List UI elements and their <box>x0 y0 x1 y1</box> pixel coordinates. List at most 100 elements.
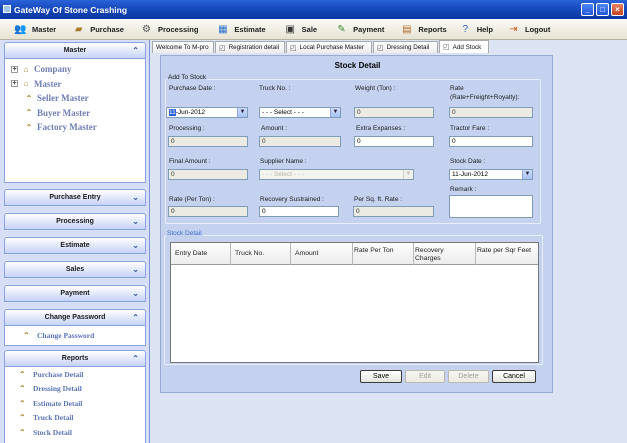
expand-icon[interactable]: + <box>11 80 18 88</box>
remark-textarea[interactable] <box>449 195 533 218</box>
chevron-down-icon[interactable]: ▼ <box>237 108 247 117</box>
edit-button[interactable]: Edit <box>405 370 445 383</box>
minimize-button[interactable]: _ <box>581 3 594 16</box>
expand-icon[interactable]: + <box>11 65 18 73</box>
final-amount-field[interactable]: 0 <box>168 169 248 180</box>
stock-grid[interactable]: Entry Date Truck No. Amount Rate Per Ton… <box>170 242 539 363</box>
tree-item-factory-master[interactable]: ⌃ Factory Master <box>5 120 145 135</box>
tree-item-seller-master[interactable]: ⌃ Seller Master <box>5 91 145 106</box>
menu-help[interactable]: ? Help <box>458 20 493 39</box>
form-title: Stock Detail <box>334 61 381 70</box>
link-change-password[interactable]: ⌃ Change Password <box>5 328 145 343</box>
chevron-down-icon[interactable]: ⌄ <box>132 265 139 274</box>
processing-field[interactable]: 0 <box>168 136 248 147</box>
change-password-list: ⌃ Change Password <box>4 326 146 346</box>
grid-col-entry-date[interactable]: Entry Date <box>171 243 231 265</box>
recovery-input[interactable]: 0 <box>259 206 339 217</box>
chevron-down-icon[interactable]: ⌄ <box>132 289 139 298</box>
purchase-date-picker[interactable]: 11-Jun-2012 ▼ <box>166 107 248 118</box>
document-icon: ◰ <box>377 44 384 52</box>
chevron-up-icon[interactable]: ⌃ <box>132 354 139 363</box>
grid-col-rate-per-ton[interactable]: Rate Per Ton <box>353 243 414 265</box>
menu-label: Purchase <box>90 24 124 34</box>
link-icon: ⌃ <box>19 427 26 437</box>
window-controls: _ □ × <box>581 3 624 16</box>
chevron-down-icon[interactable]: ▼ <box>330 108 340 117</box>
menu-logout[interactable]: ⇥ Logout <box>506 20 550 39</box>
tree-item-company[interactable]: + ⌂ Company <box>5 62 145 77</box>
delete-button[interactable]: Delete <box>448 370 489 383</box>
chevron-down-icon[interactable]: ⌄ <box>132 193 139 202</box>
logout-icon: ⇥ <box>509 23 518 35</box>
title-bar: GateWay Of Stone Crashing _ □ × <box>0 0 627 19</box>
chevron-up-icon[interactable]: ⌃ <box>132 46 139 55</box>
chevron-down-icon[interactable]: ▼ <box>522 170 532 179</box>
tab-registration-detail[interactable]: ◰ Registration detail <box>215 41 285 53</box>
grid-col-truck-no[interactable]: Truck No. <box>231 243 291 265</box>
tab-label: Add Stock <box>452 43 482 51</box>
chevron-down-icon[interactable]: ⌄ <box>132 241 139 250</box>
menu-estimate[interactable]: ▦ Estimate <box>215 20 266 39</box>
panel-header-processing[interactable]: Processing ⌄ <box>4 213 146 230</box>
panel-title: Reports <box>61 355 89 362</box>
tab-label: Registration detail <box>228 44 280 51</box>
menu-payment[interactable]: ✎ Payment <box>334 20 384 39</box>
grid-col-recovery-charges[interactable]: Recovery Charges <box>414 243 476 265</box>
chevron-down-icon: ▼ <box>403 170 413 179</box>
per-sqft-label: Per Sq. ft. Rate : <box>354 196 403 203</box>
report-icon: ▤ <box>402 23 412 35</box>
stock-date-value: 11-Jun-2012 <box>452 171 489 178</box>
tree-item-master[interactable]: + ⌂ Master <box>5 77 145 92</box>
menu-reports[interactable]: ▤ Reports <box>399 20 447 39</box>
calculator-icon: ▦ <box>218 23 228 35</box>
chevron-down-icon[interactable]: ⌄ <box>132 217 139 226</box>
extra-expenses-input[interactable]: 0 <box>354 136 434 147</box>
tree-item-buyer-master[interactable]: ⌃ Buyer Master <box>5 106 145 121</box>
grid-col-rate-per-sqft[interactable]: Rate per Sqr Feet <box>476 243 538 265</box>
maximize-button[interactable]: □ <box>596 3 609 16</box>
link-dressing-detail[interactable]: ⌃ Dressing Detail <box>5 382 145 397</box>
supplier-name-select: - - - Select - - - ▼ <box>259 169 414 180</box>
cancel-button[interactable]: Cancel <box>492 370 536 383</box>
panel-title: Estimate <box>60 242 90 249</box>
folder-icon: ⌂ <box>23 64 29 74</box>
menu-sale[interactable]: ▣ Sale <box>283 20 317 39</box>
rate-per-ton-field[interactable]: 0 <box>168 206 248 217</box>
link-truck-detail[interactable]: ⌃ Truck Detail <box>5 411 145 426</box>
link-icon: ⌃ <box>23 330 30 340</box>
panel-header-purchase-entry[interactable]: Purchase Entry ⌄ <box>4 189 146 206</box>
panel-header-payment[interactable]: Payment ⌄ <box>4 285 146 302</box>
panel-header-sales[interactable]: Sales ⌄ <box>4 261 146 278</box>
gear-icon: ⚙ <box>141 23 151 35</box>
link-purchase-detail[interactable]: ⌃ Purchase Detail <box>5 367 145 382</box>
weight-label: Weight (Ton) : <box>355 85 396 92</box>
stock-date-picker[interactable]: 11-Jun-2012 ▼ <box>449 169 533 180</box>
amount-field[interactable]: 0 <box>259 136 341 147</box>
menu-processing[interactable]: ⚙ Processing <box>139 20 198 39</box>
purchase-date-label: Purchase Date : <box>169 85 216 92</box>
link-label: Estimate Detail <box>33 398 83 408</box>
tab-welcome[interactable]: Welcome To M-pro <box>152 41 214 53</box>
panel-header-master[interactable]: Master ⌃ <box>4 42 146 59</box>
save-button[interactable]: Save <box>360 370 402 383</box>
tab-add-stock[interactable]: ◰ Add Stock <box>439 40 489 53</box>
link-estimate-detail[interactable]: ⌃ Estimate Detail <box>5 396 145 411</box>
recovery-label: Recovery Sustrained : <box>260 196 324 203</box>
chevron-up-icon[interactable]: ⌃ <box>132 313 139 322</box>
truck-no-select[interactable]: - - - Select - - - ▼ <box>259 107 341 118</box>
tab-local-purchase-master[interactable]: ◰ Local Purchase Master <box>286 41 372 53</box>
tractor-fare-input[interactable]: 0 <box>449 136 533 147</box>
rate-field[interactable]: 0 <box>449 107 533 118</box>
link-icon: ⌃ <box>25 93 33 103</box>
menu-purchase[interactable]: ▰ Purchase <box>71 20 124 39</box>
panel-header-reports[interactable]: Reports ⌃ <box>4 350 146 367</box>
link-stock-detail[interactable]: ⌃ Stock Detail <box>5 425 145 440</box>
panel-header-estimate[interactable]: Estimate ⌄ <box>4 237 146 254</box>
grid-col-amount[interactable]: Amount <box>291 243 353 265</box>
per-sqft-field[interactable]: 0 <box>353 206 434 217</box>
weight-field[interactable]: 0 <box>354 107 434 118</box>
panel-header-change-password[interactable]: Change Password ⌃ <box>4 309 146 326</box>
menu-master[interactable]: 👥 Master <box>13 20 56 39</box>
close-button[interactable]: × <box>611 3 624 16</box>
tab-dressing-detail[interactable]: ◰ Dressing Detail <box>373 41 438 53</box>
